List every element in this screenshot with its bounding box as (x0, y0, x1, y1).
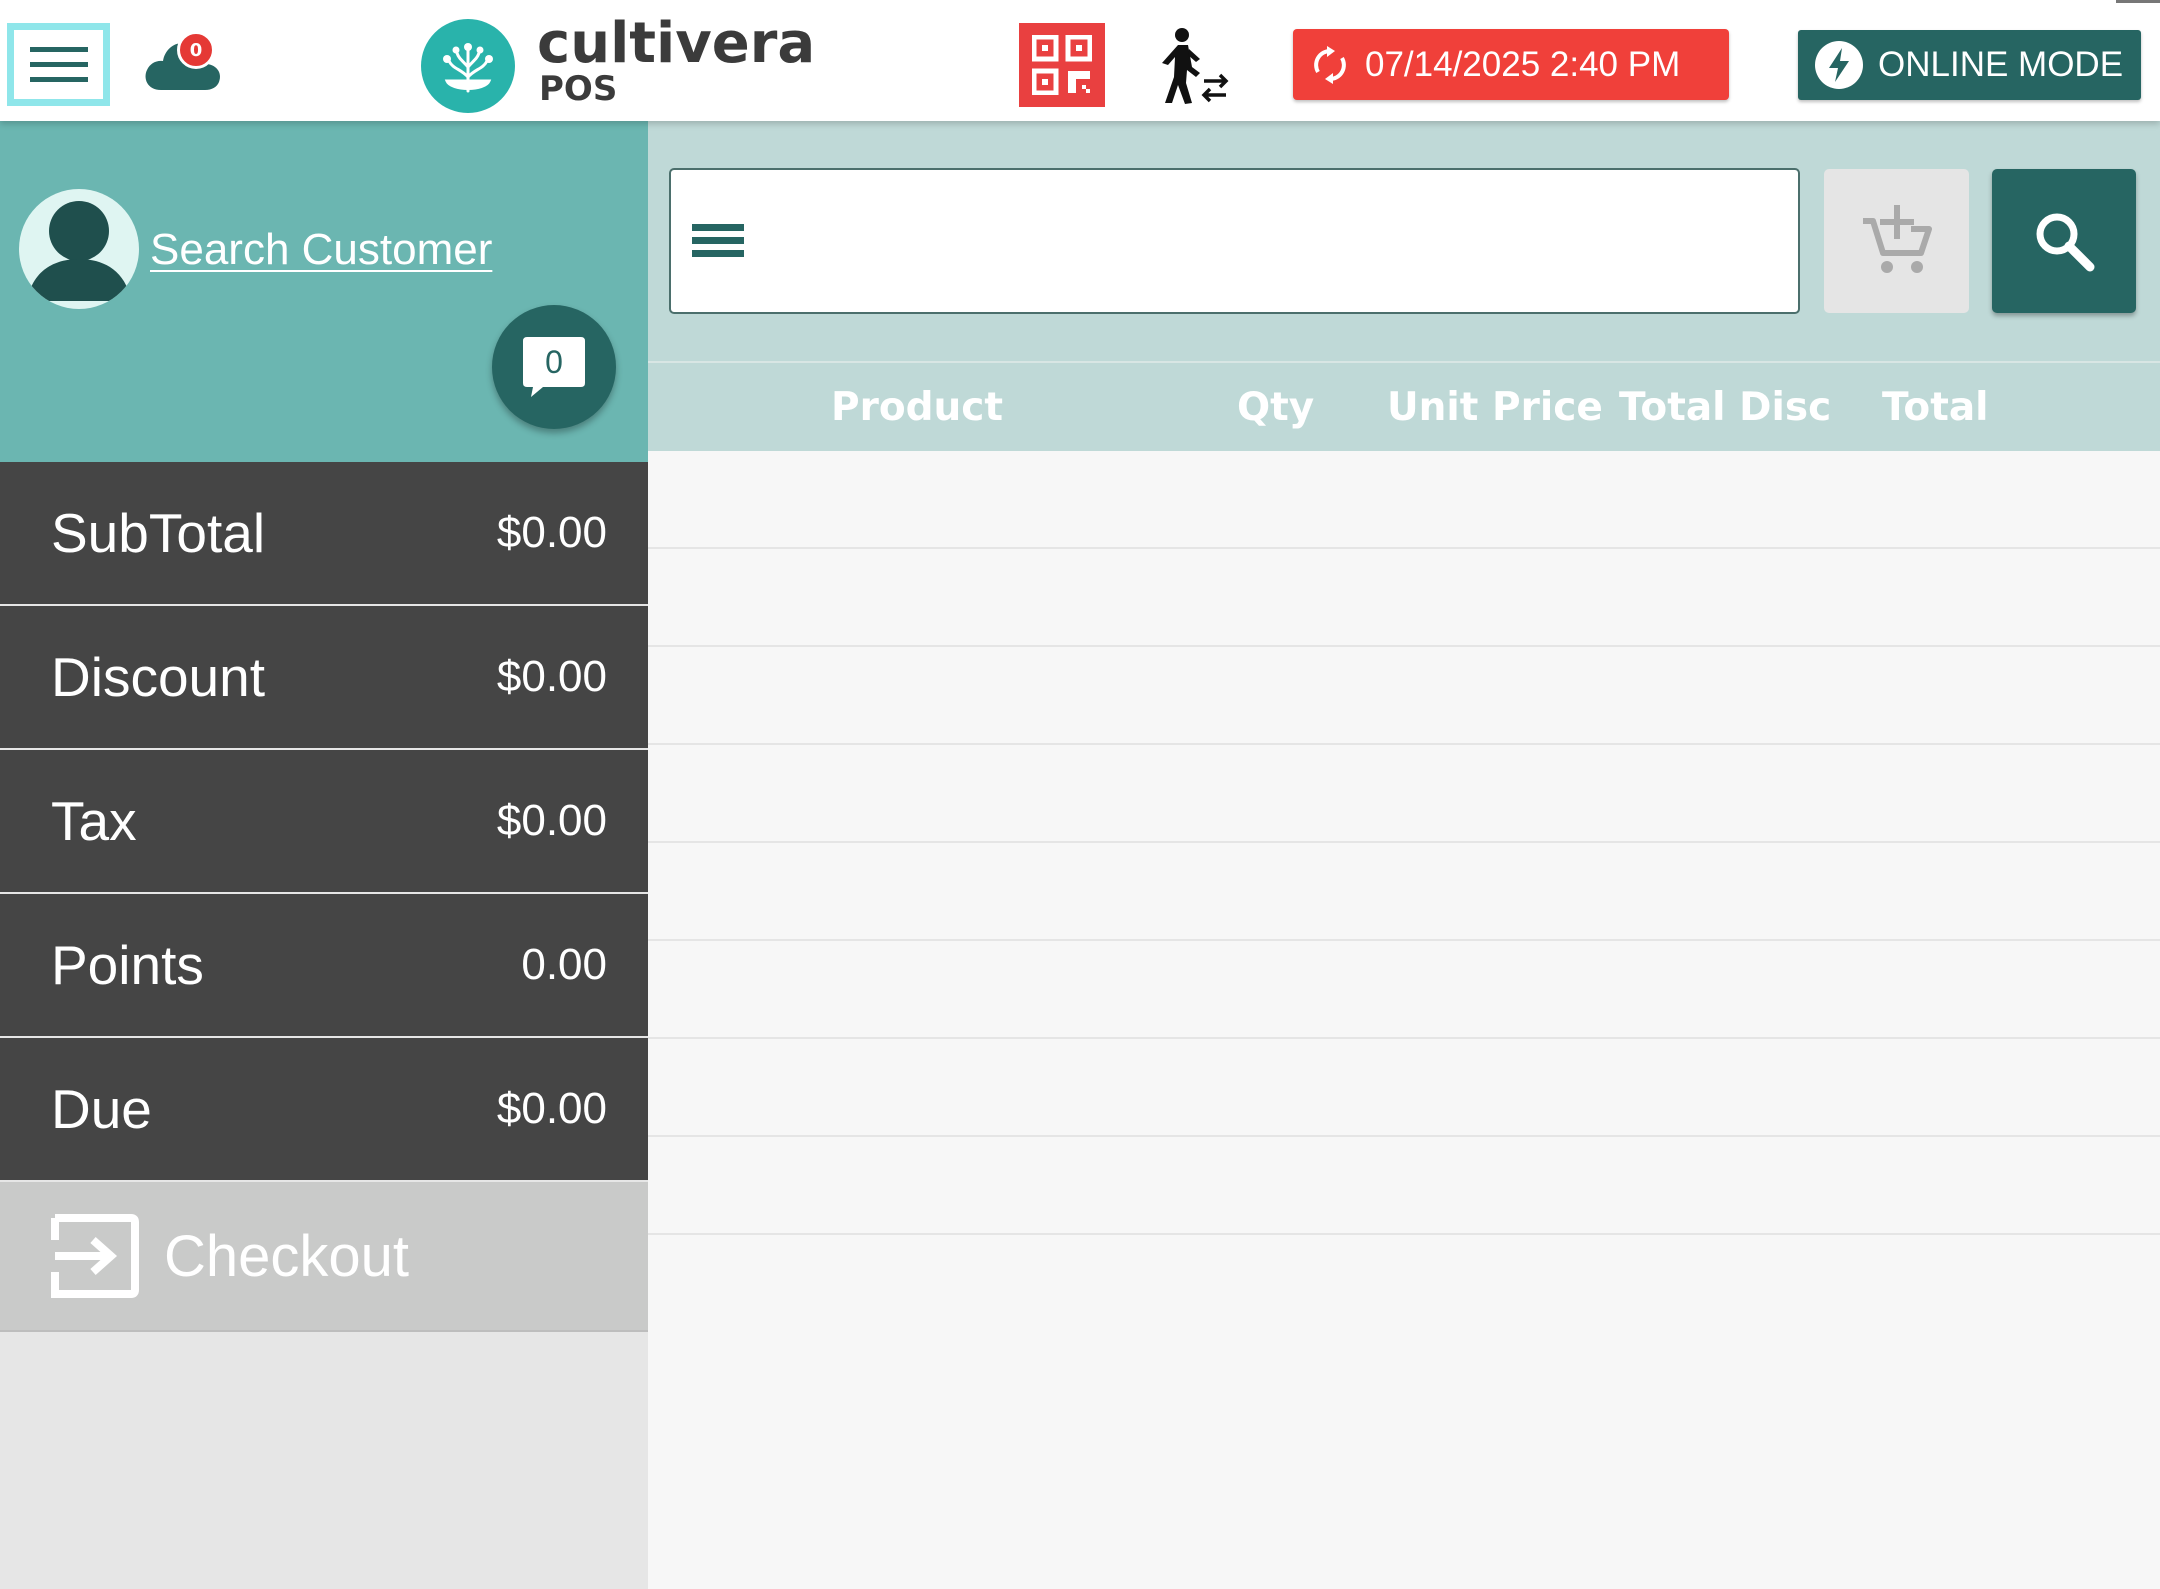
table-row (648, 941, 2160, 1039)
notes-count: 0 (545, 343, 563, 380)
left-panel-empty-area (0, 1332, 648, 1589)
menu-icon (14, 30, 103, 99)
table-row (648, 843, 2160, 941)
search-button[interactable] (1992, 169, 2136, 313)
table-row (648, 549, 2160, 647)
cart-table-body (648, 451, 2160, 1589)
online-mode-label: ONLINE MODE (1878, 45, 2124, 84)
checkout-label: Checkout (164, 1223, 410, 1289)
barcode-lines-icon (692, 224, 744, 257)
sync-datetime-button[interactable]: 07/14/2025 2:40 PM (1293, 29, 1729, 100)
due-label: Due (51, 1078, 152, 1140)
table-row (648, 745, 2160, 843)
customer-panel: Search Customer 0 (0, 121, 648, 462)
window-corner-divider (2116, 0, 2160, 3)
comment-icon: 0 (523, 337, 585, 397)
table-row (648, 1137, 2160, 1235)
points-value: 0.00 (521, 940, 607, 989)
column-header-unit-price: Unit Price (1387, 385, 1603, 430)
hamburger-menu-button[interactable] (7, 23, 110, 106)
online-mode-button[interactable]: ONLINE MODE (1798, 30, 2141, 100)
cart-plus-icon (1862, 205, 1932, 273)
column-header-total: Total (1882, 385, 1989, 430)
points-row: Points 0.00 (0, 894, 648, 1038)
due-value: $0.00 (496, 1084, 607, 1133)
lightning-bolt-icon (1815, 41, 1863, 89)
add-to-cart-button[interactable] (1824, 169, 1969, 313)
table-row (648, 647, 2160, 745)
column-header-qty: Qty (1237, 385, 1315, 430)
checkout-icon (51, 1214, 139, 1298)
points-label: Points (51, 934, 204, 996)
subtotal-label: SubTotal (51, 502, 266, 564)
table-row (648, 451, 2160, 549)
qr-code-icon (1032, 35, 1092, 95)
product-search-bar (648, 121, 2160, 361)
discount-value: $0.00 (496, 652, 607, 701)
notes-button[interactable]: 0 (492, 305, 616, 429)
brand-name: cultivera (537, 11, 816, 76)
cart-table-header: Product Qty Unit Price Total Disc Total (648, 361, 2160, 451)
column-header-total-disc: Total Disc (1619, 385, 1832, 430)
sync-count-badge: 0 (177, 31, 215, 69)
checkout-button[interactable]: Checkout (0, 1182, 648, 1332)
discount-row[interactable]: Discount $0.00 (0, 606, 648, 750)
qr-scan-button[interactable] (1019, 23, 1105, 107)
sync-datetime-label: 07/14/2025 2:40 PM (1365, 44, 1681, 84)
walk-in-customer-icon[interactable] (1156, 27, 1231, 105)
table-row (648, 1039, 2160, 1137)
subtotal-value: $0.00 (496, 508, 607, 557)
search-icon (2036, 213, 2095, 272)
column-header-product: Product (831, 385, 1004, 430)
product-search-input[interactable] (771, 178, 1781, 304)
brand-logo-text: cultivera POS (537, 10, 815, 106)
pos-app: 0 cultivera POS 07/14/2025 2:40 PM ONLIN… (0, 0, 2160, 1589)
customer-avatar-icon[interactable] (19, 189, 139, 309)
cultivera-logo-icon (421, 19, 515, 113)
discount-label: Discount (51, 646, 265, 708)
tax-value: $0.00 (496, 796, 607, 845)
sync-icon (1314, 45, 1346, 84)
tax-label: Tax (51, 790, 137, 852)
search-customer-link[interactable]: Search Customer (150, 225, 492, 275)
order-totals: SubTotal $0.00 Discount $0.00 Tax $0.00 … (0, 462, 648, 1182)
subtotal-row: SubTotal $0.00 (0, 462, 648, 606)
tax-row: Tax $0.00 (0, 750, 648, 894)
product-search-box (669, 168, 1800, 314)
due-row: Due $0.00 (0, 1038, 648, 1182)
top-bar: 0 cultivera POS 07/14/2025 2:40 PM ONLIN… (0, 0, 2160, 121)
